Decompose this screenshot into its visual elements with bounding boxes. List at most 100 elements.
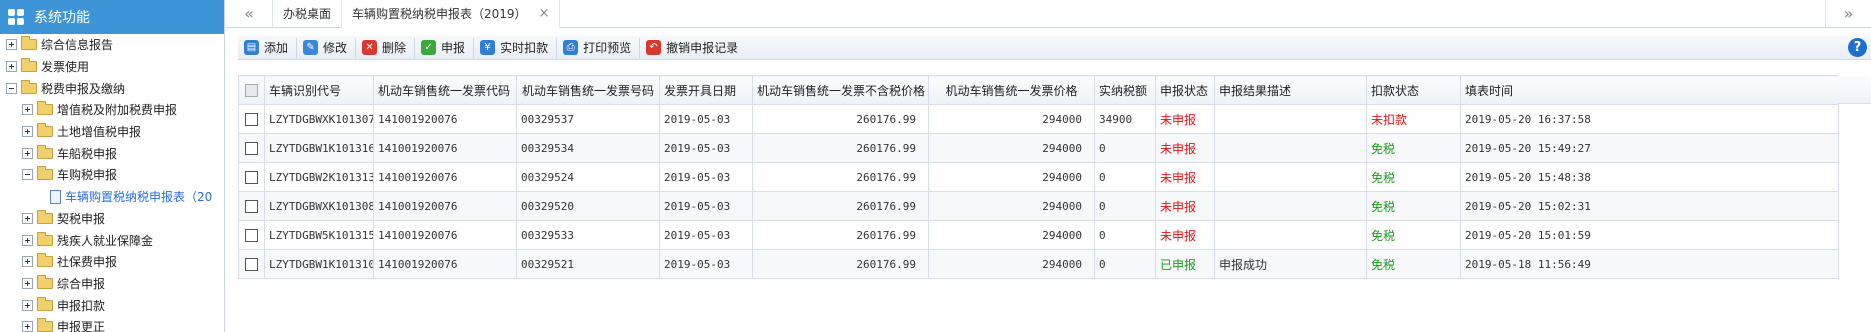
row-checkbox-cell[interactable]	[238, 104, 265, 134]
cell-deduct: 免税	[1366, 162, 1461, 192]
sidebar-item[interactable]: 申报更正	[0, 316, 224, 332]
toolbar-button-edit[interactable]: ✎ 修改	[297, 37, 357, 58]
folder-icon	[37, 209, 53, 224]
table-row[interactable]: LZYTDGBW1K1013109 141001920076 00329521 201…	[238, 249, 1839, 279]
sidebar-item[interactable]: 社保费申报	[0, 251, 224, 273]
expand-icon[interactable]	[22, 299, 33, 311]
column-header[interactable]: 实纳税额	[1094, 75, 1156, 105]
table-row[interactable]: LZYTDGBWXK1013075 141001920076 00329537 201…	[238, 104, 1839, 134]
cell-price: 294000	[928, 133, 1095, 163]
toolbar-button-print[interactable]: ⎙ 打印预览	[557, 37, 641, 58]
collapse-icon[interactable]	[6, 82, 17, 94]
row-checkbox-cell[interactable]	[238, 133, 265, 163]
sidebar-item-label: 车船税申报	[57, 146, 118, 161]
row-checkbox-cell[interactable]	[238, 249, 265, 279]
expand-icon[interactable]	[6, 39, 17, 51]
row-checkbox[interactable]	[245, 257, 258, 271]
folder-icon	[37, 166, 53, 181]
sidebar-item[interactable]: 发票使用	[0, 56, 224, 78]
table-row[interactable]: LZYTDGBW1K1013160 141001920076 00329534 201…	[238, 133, 1839, 163]
row-checkbox-cell[interactable]	[238, 220, 265, 250]
column-header[interactable]: 填表时间	[1460, 75, 1839, 105]
expand-icon[interactable]	[22, 212, 33, 224]
sidebar-item[interactable]: 车船税申报	[0, 142, 224, 164]
close-icon[interactable]: ×	[539, 6, 550, 21]
toolbar-button-revoke[interactable]: ↶ 撤销申报记录	[640, 38, 746, 58]
table-row[interactable]: LZYTDGBWXK1013089 141001920076 00329520 201…	[238, 191, 1839, 221]
row-checkbox[interactable]	[245, 199, 258, 213]
row-checkbox[interactable]	[245, 112, 258, 126]
collapse-icon[interactable]	[22, 169, 33, 181]
column-header[interactable]: 发票开具日期	[659, 75, 753, 105]
select-all-checkbox-cell[interactable]	[238, 75, 265, 105]
column-header[interactable]: 扣款状态	[1366, 75, 1461, 105]
expand-icon[interactable]	[22, 234, 33, 246]
cell-tax: 0	[1094, 249, 1156, 279]
sidebar-item[interactable]: 申报扣款	[0, 294, 224, 316]
cell-price: 294000	[928, 104, 1095, 134]
help-icon[interactable]: ?	[1848, 38, 1867, 57]
column-header[interactable]: 机动车销售统一发票价格	[928, 75, 1095, 105]
cell-price: 294000	[928, 162, 1095, 192]
expand-icon[interactable]	[22, 104, 33, 116]
column-header[interactable]: 申报结果描述	[1214, 75, 1367, 105]
sidebar-item[interactable]: 综合申报	[0, 273, 224, 295]
column-header[interactable]: 申报状态	[1155, 75, 1215, 105]
row-checkbox-cell[interactable]	[238, 162, 265, 192]
column-header[interactable]: 机动车销售统一发票号码	[516, 75, 660, 105]
row-checkbox[interactable]	[245, 170, 258, 184]
toolbar-button-add[interactable]: ▤ 添加	[238, 37, 298, 58]
sidebar-title: 系统功能	[34, 10, 90, 26]
row-checkbox[interactable]	[245, 228, 258, 242]
cell-net-price: 260176.99	[752, 220, 929, 250]
sidebar-item[interactable]: 残疾人就业保障金	[0, 229, 224, 251]
cell-filled: 2019-05-20 15:02:31	[1460, 191, 1839, 221]
toolbar-button-label: 打印预览	[583, 41, 632, 55]
cell-code: 141001920076	[373, 191, 517, 221]
expand-icon[interactable]	[22, 256, 33, 268]
cell-result	[1214, 162, 1367, 192]
select-all-checkbox[interactable]	[245, 83, 258, 97]
row-checkbox[interactable]	[245, 141, 258, 155]
sidebar-item[interactable]: 车购税申报	[0, 164, 224, 186]
tabs-scroll-left-icon[interactable]: «	[226, 0, 272, 27]
toolbar-button-label: 修改	[323, 41, 348, 55]
row-checkbox-cell[interactable]	[238, 191, 265, 221]
sidebar-item[interactable]: 车辆购置税纳税申报表（20	[0, 186, 224, 208]
expand-icon[interactable]	[22, 321, 33, 332]
column-header[interactable]: 机动车销售统一发票代码	[373, 75, 517, 105]
expand-icon[interactable]	[6, 61, 17, 73]
sidebar-item-label: 税费申报及缴纳	[41, 81, 126, 96]
table-row[interactable]: LZYTDGBW5K1013159 141001920076 00329533 201…	[238, 220, 1839, 250]
expand-icon[interactable]	[22, 126, 33, 138]
cell-status: 未申报	[1155, 104, 1215, 134]
sidebar-item[interactable]: 税费申报及缴纳	[0, 77, 224, 99]
expand-icon[interactable]	[22, 277, 33, 289]
sidebar-item[interactable]: 综合信息报告	[0, 34, 224, 56]
column-header[interactable]: 机动车销售统一发票不含税价格	[752, 75, 929, 105]
toolbar-button-delete[interactable]: ✕ 删除	[356, 37, 416, 58]
folder-icon	[37, 318, 53, 332]
toolbar-button-label: 删除	[382, 41, 407, 55]
add-icon: ▤	[244, 40, 259, 55]
cell-net-price: 260176.99	[752, 133, 929, 163]
delete-icon: ✕	[362, 40, 378, 55]
column-header[interactable]: 车辆识别代号	[264, 75, 374, 105]
cell-code: 141001920076	[373, 162, 517, 192]
tabs-scroll-right-icon[interactable]: »	[1825, 0, 1871, 27]
sidebar-item[interactable]: 增值税及附加税费申报	[0, 99, 224, 121]
tab-vehicle-purchase-tax[interactable]: 车辆购置税纳税申报表（2019） ×	[341, 0, 561, 28]
sidebar-item[interactable]: 土地增值税申报	[0, 121, 224, 143]
folder-icon	[21, 36, 37, 51]
cell-result	[1214, 220, 1367, 250]
toolbar-button-deduct[interactable]: ¥ 实时扣款	[474, 37, 558, 58]
sidebar-item[interactable]: 契税申报	[0, 208, 224, 230]
cell-filled: 2019-05-20 16:37:58	[1460, 104, 1839, 134]
sidebar-item-label: 契税申报	[57, 211, 106, 226]
expand-icon[interactable]	[22, 147, 33, 159]
sidebar-item-label: 发票使用	[41, 60, 90, 75]
tab-home[interactable]: 办税桌面	[272, 0, 341, 27]
cell-net-price: 260176.99	[752, 249, 929, 279]
table-row[interactable]: LZYTDGBW2K1013135 141001920076 00329524 201…	[238, 162, 1839, 192]
toolbar-button-check[interactable]: ✓ 申报	[415, 37, 475, 58]
